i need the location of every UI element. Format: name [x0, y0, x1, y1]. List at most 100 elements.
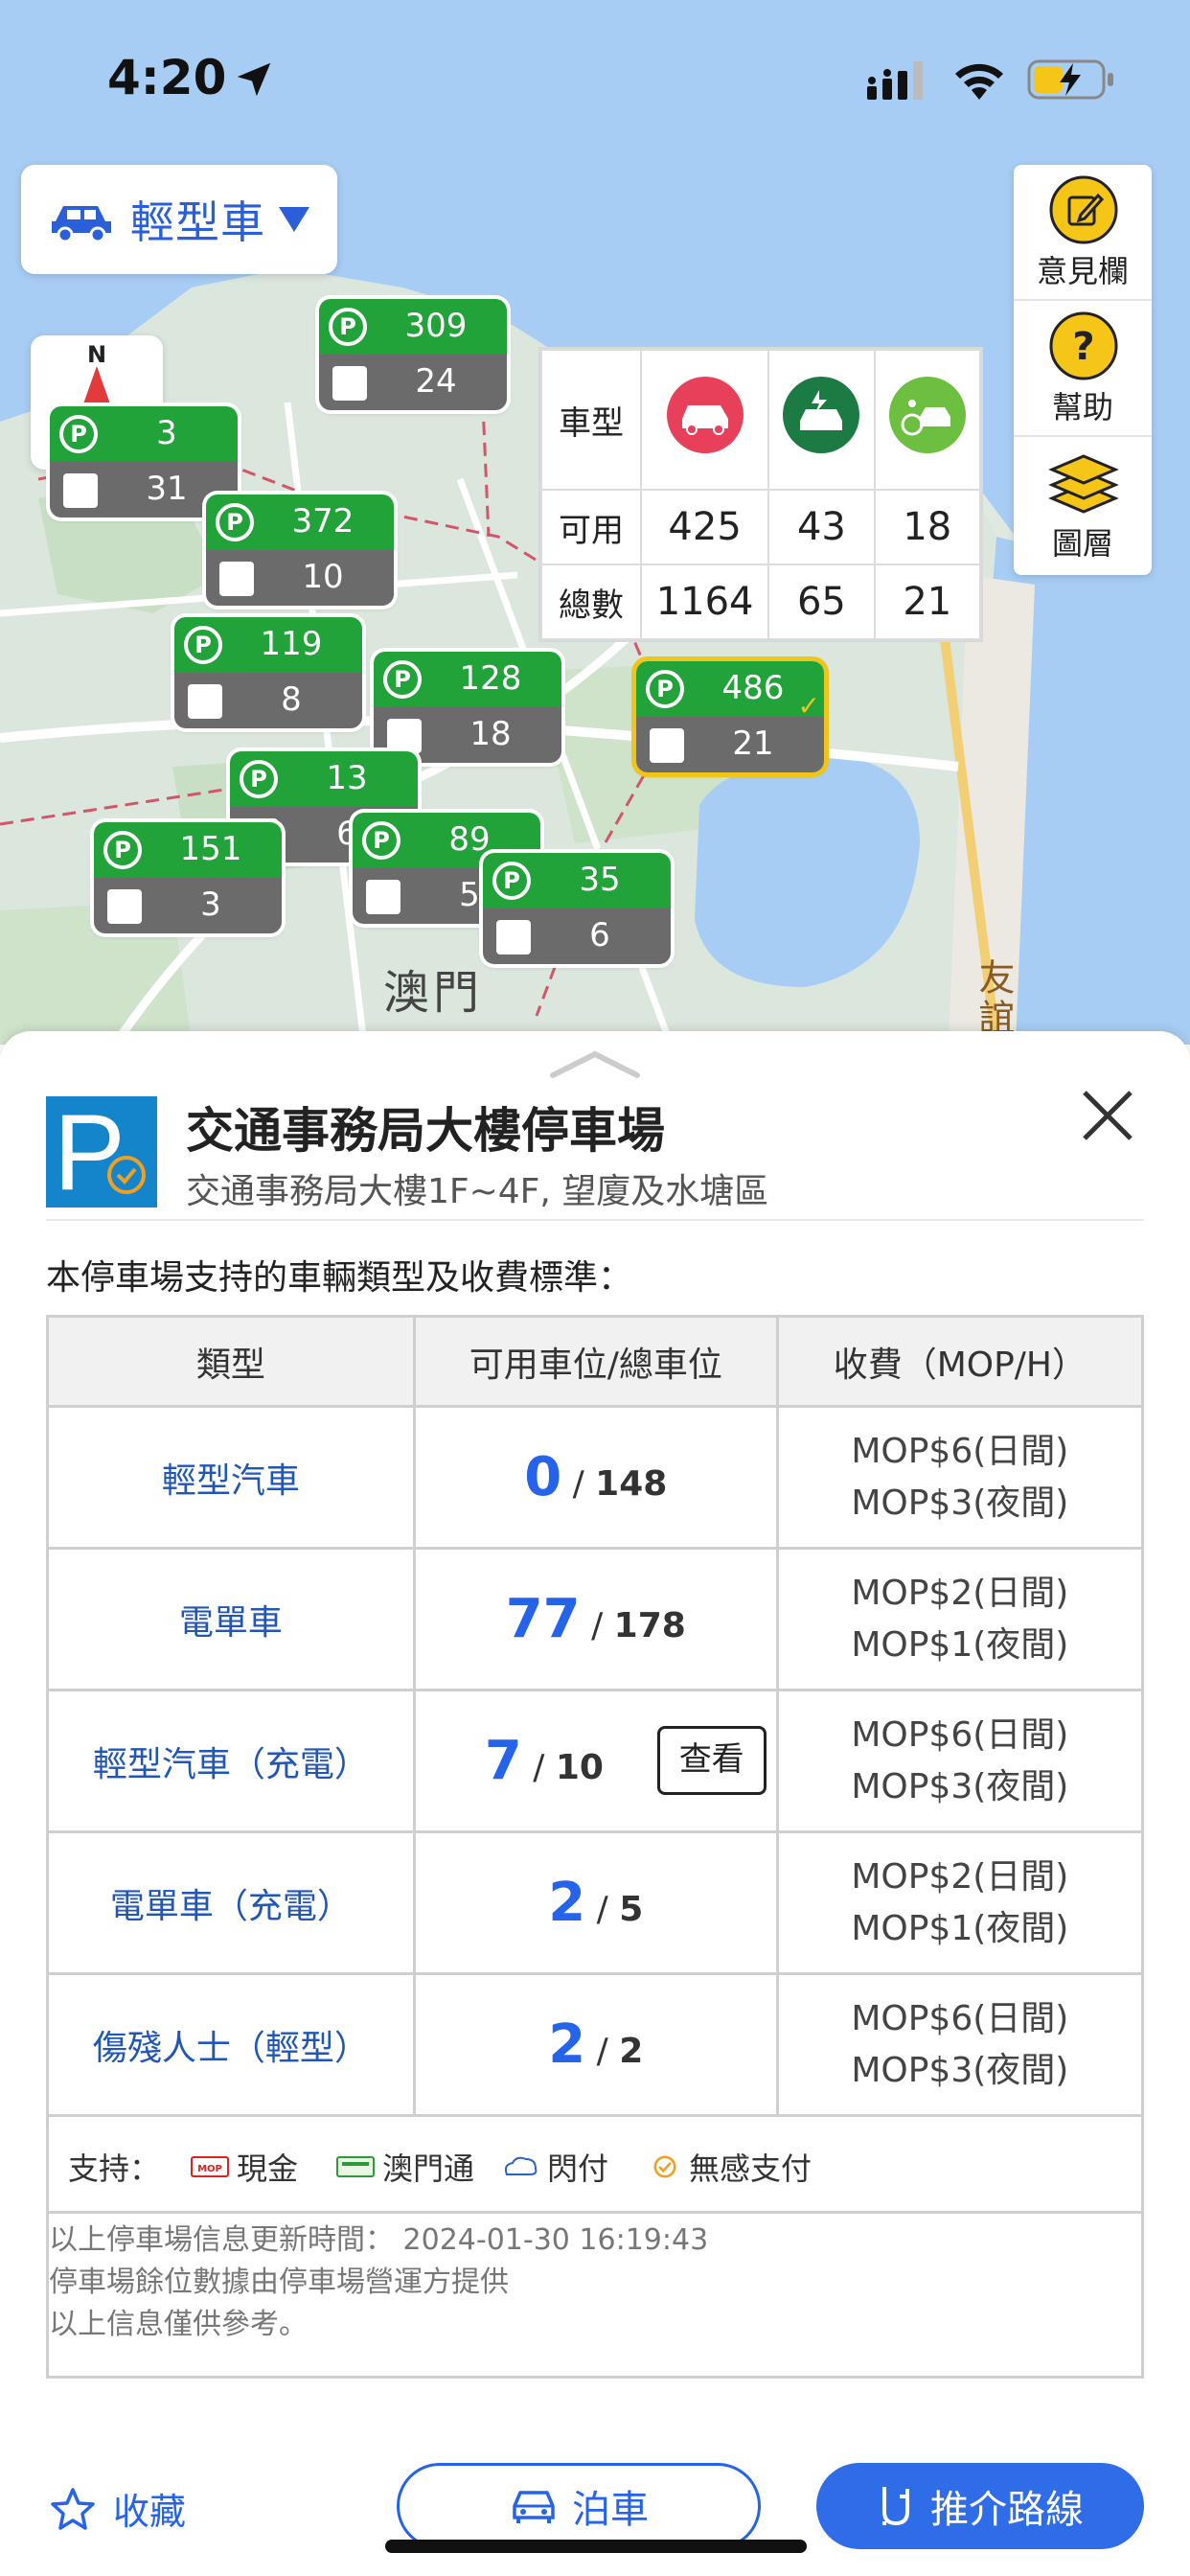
help-button[interactable]: ? 幫助: [1014, 301, 1152, 437]
accessible-car-icon: [888, 377, 966, 454]
vehicle-summary-table: 車型 可用 425 43 18 總數 1164 65 21: [538, 347, 983, 642]
summary-row-label: 可用: [540, 489, 642, 566]
quickpass-icon: [504, 2156, 538, 2175]
marker-disabled-count: 3: [200, 886, 221, 924]
close-icon[interactable]: [1077, 1085, 1138, 1146]
available-count: 2: [548, 2013, 586, 2076]
fee-day: MOP$6(日間): [851, 1998, 1069, 2038]
ev-charging-icon: [783, 377, 860, 454]
availability: 0 / 148: [412, 1405, 779, 1550]
total-count: 148: [595, 1464, 668, 1504]
action-bar: 收藏 泊車 推介路線: [0, 2444, 1190, 2576]
svg-text:MOP: MOP: [197, 2164, 222, 2174]
fee: MOP$6(日間) MOP$3(夜間): [775, 1972, 1145, 2117]
wheelchair-icon: [63, 473, 98, 508]
chevron-up-icon[interactable]: [547, 1046, 643, 1081]
availability: 77 / 178: [412, 1547, 779, 1691]
parking-icon: P: [184, 626, 222, 664]
feedback-button[interactable]: 意見欄: [1014, 165, 1152, 301]
car-icon: [52, 206, 111, 242]
payments-label: 支持：: [68, 2150, 161, 2187]
tool-label: 意見欄: [1036, 253, 1129, 289]
table-row: 傷殘人士（輕型） 2 / 2 MOP$6(日間) MOP$3(夜間): [46, 1972, 1145, 2117]
layers-icon: [1048, 454, 1119, 514]
parking-icon: P: [646, 670, 684, 708]
total-count: 5: [619, 1890, 644, 1929]
carpark-detail-sheet: P 交通事務局大樓停車場 交通事務局大樓1F~4F, 望廈及水塘區 本停車場支持…: [0, 1031, 1190, 2576]
wheelchair-icon: [188, 684, 222, 719]
payment-contactless: 無感支付: [649, 2145, 812, 2189]
fee-day: MOP$2(日間): [851, 1573, 1069, 1613]
column-header: 可用車位/總車位: [412, 1315, 779, 1408]
tool-label: 幫助: [1051, 389, 1113, 426]
marker-available-count: 13: [326, 759, 368, 797]
parking-marker[interactable]: P 119 8: [174, 617, 362, 728]
fee: MOP$6(日間) MOP$3(夜間): [775, 1405, 1145, 1550]
wheelchair-icon: [107, 889, 142, 924]
payment-methods: 支持： MOP 現金 澳門通 閃付 無感支付: [46, 2116, 1144, 2214]
park-label: 泊車: [572, 2488, 649, 2532]
svg-text:?: ?: [1072, 325, 1094, 369]
car-icon: [513, 2491, 555, 2523]
availability: 2 / 5: [412, 1830, 779, 1975]
map-road-label: 友誼: [973, 958, 1015, 1039]
parking-marker[interactable]: P 35 6: [483, 853, 671, 964]
available-count: 2: [548, 1872, 586, 1934]
summary-value: 1164: [639, 564, 770, 640]
fee-intro: 本停車場支持的車輛類型及收費標準：: [46, 1258, 633, 1298]
info-line: 以上停車場信息更新時間： 2024-01-30 16:19:43: [49, 2223, 709, 2257]
fee-night: MOP$3(夜間): [851, 2050, 1069, 2090]
availability: 7 / 10 查看: [412, 1689, 779, 1833]
column-header: 收費（MOP/H）: [775, 1315, 1145, 1408]
fee-night: MOP$1(夜間): [851, 1624, 1069, 1665]
fee-night: MOP$3(夜間): [851, 1766, 1069, 1806]
route-icon: [882, 2487, 909, 2526]
parking-icon: P: [240, 760, 278, 798]
marker-available-count: 3: [156, 414, 177, 452]
favorite-button[interactable]: 收藏: [50, 2482, 186, 2535]
vehicle-type: 電單車（充電）: [46, 1830, 416, 1975]
marker-disabled-count: 10: [302, 558, 344, 596]
total-count: 178: [613, 1606, 686, 1645]
vehicle-type: 輕型汽車（充電）: [46, 1689, 416, 1833]
parking-icon: P: [362, 821, 400, 860]
layers-button[interactable]: 圖層: [1014, 437, 1152, 573]
summary-car-cell: [639, 348, 770, 492]
parking-marker[interactable]: P 128 18: [374, 652, 561, 763]
fee: MOP$2(日間) MOP$1(夜間): [775, 1830, 1145, 1975]
column-header: 類型: [46, 1315, 416, 1408]
summary-value: 21: [873, 564, 982, 640]
wheelchair-icon: [332, 366, 367, 401]
parking-marker[interactable]: P 309 24: [319, 299, 507, 410]
check-circle-icon: [107, 1156, 146, 1194]
parking-icon: P: [216, 503, 254, 541]
wheelchair-icon: [650, 728, 684, 763]
parking-marker-selected[interactable]: P 486 ✓ 21: [636, 661, 824, 772]
check-circle-icon: [653, 2155, 676, 2178]
parking-marker[interactable]: P 372 10: [206, 494, 394, 606]
summary-header-label: 車型: [540, 348, 642, 492]
check-icon: ✓: [797, 690, 820, 722]
marker-available-count: 372: [291, 502, 355, 540]
available-count: 0: [524, 1446, 562, 1508]
marker-available-count: 151: [179, 830, 242, 868]
fee-night: MOP$1(夜間): [851, 1908, 1069, 1948]
table-row: 輕型汽車 0 / 148 MOP$6(日間) MOP$3(夜間): [46, 1405, 1145, 1550]
route-button[interactable]: 推介路線: [816, 2463, 1144, 2549]
map-view[interactable]: 4:20 輕型車 N 意見欄 ? 幫助 圖層 澳門 友誼 P 3 31 P 30…: [0, 0, 1190, 1045]
battery-charging-icon: [1027, 59, 1113, 100]
available-count: 77: [505, 1588, 581, 1650]
parking-marker[interactable]: P 151 3: [94, 822, 282, 933]
marker-available-count: 35: [579, 861, 621, 899]
payment-macau-pass: 澳門通: [336, 2145, 474, 2189]
home-indicator[interactable]: [385, 2540, 807, 2553]
wheelchair-icon: [366, 880, 400, 914]
cash-icon: MOP: [191, 2156, 229, 2177]
marker-disabled-count: 8: [281, 680, 302, 719]
park-button[interactable]: 泊車: [397, 2463, 761, 2549]
map-city-label: 澳門: [383, 966, 484, 1020]
vehicle-type-selector[interactable]: 輕型車: [21, 165, 337, 274]
info-line: 停車場餘位數據由停車場營運方提供: [49, 2266, 509, 2299]
marker-disabled-count: 6: [589, 916, 610, 954]
view-chargers-button[interactable]: 查看: [656, 1726, 767, 1795]
